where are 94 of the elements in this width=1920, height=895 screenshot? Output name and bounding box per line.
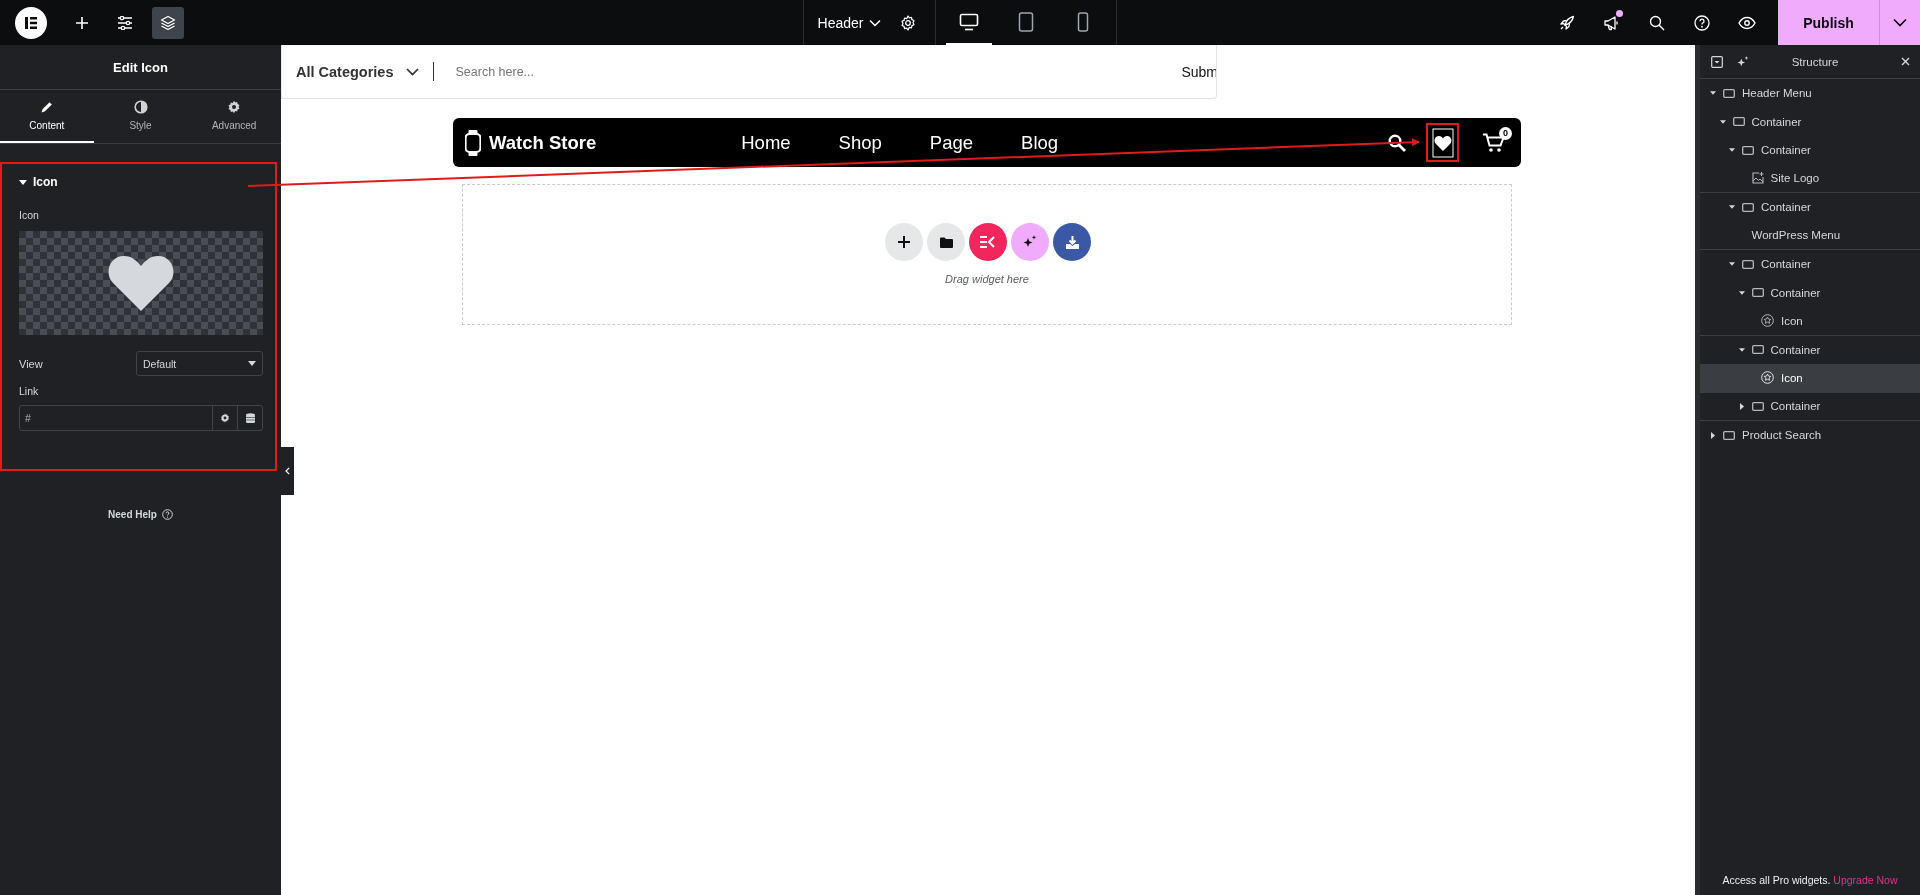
panel-title: Structure xyxy=(1790,55,1840,68)
field-label: Link xyxy=(19,385,40,397)
tree-item[interactable]: Icon xyxy=(1700,307,1920,336)
caret-down-icon xyxy=(19,179,27,185)
settings-icon xyxy=(900,14,917,31)
help-icon xyxy=(161,509,173,520)
nav-link[interactable]: Home xyxy=(741,131,791,154)
cart-count: 0 xyxy=(1499,126,1512,140)
field-label: Icon xyxy=(19,209,40,221)
collapse-icon xyxy=(1711,55,1723,68)
nav-link[interactable]: Shop xyxy=(838,131,882,154)
tree-item[interactable]: Site Logo xyxy=(1700,164,1920,193)
help-link[interactable]: Need Help xyxy=(108,509,157,520)
search-icon xyxy=(1388,133,1406,152)
container-icon xyxy=(1723,88,1735,98)
kit-button[interactable] xyxy=(969,223,1007,261)
ai-button[interactable] xyxy=(1011,223,1049,261)
container-icon xyxy=(1742,202,1754,212)
collapse-panel-button[interactable] xyxy=(281,447,294,495)
sparkle-icon xyxy=(1023,235,1037,249)
plus-icon xyxy=(75,15,89,30)
container-icon xyxy=(1723,430,1735,440)
tree-item[interactable]: WordPress Menu xyxy=(1700,221,1920,250)
monitor-icon xyxy=(959,12,980,31)
rocket-icon xyxy=(1559,14,1575,31)
tree-item[interactable]: Container xyxy=(1700,392,1920,421)
plus-icon xyxy=(898,236,910,248)
kit-icon xyxy=(980,236,996,248)
search-field[interactable]: Search here... xyxy=(455,64,1182,79)
chevron-down-icon xyxy=(869,18,882,27)
tree-item[interactable]: Container xyxy=(1700,107,1920,136)
category-dropdown[interactable]: All Categories xyxy=(296,63,419,80)
tree-item[interactable]: Header Menu xyxy=(1700,79,1920,108)
tree-item[interactable]: Container xyxy=(1700,335,1920,364)
panel-title: Edit Icon xyxy=(0,45,281,90)
image-icon xyxy=(1751,172,1764,185)
document-menu[interactable]: Header xyxy=(803,0,892,45)
logo-icon xyxy=(23,14,39,31)
ai-button[interactable] xyxy=(1737,55,1749,68)
container-icon xyxy=(1742,145,1754,155)
tree-item[interactable]: Icon xyxy=(1700,364,1920,393)
megaphone-icon xyxy=(1603,14,1621,31)
caret-down-icon xyxy=(248,361,256,366)
close-icon xyxy=(1901,57,1910,66)
watch-icon xyxy=(465,129,481,156)
tablet-icon xyxy=(1018,11,1035,32)
nav-link[interactable]: Page xyxy=(929,131,974,154)
drop-hint: Drag widget here xyxy=(945,273,1029,285)
icon-picker[interactable] xyxy=(19,231,263,335)
upgrade-link[interactable]: Upgrade Now xyxy=(1833,874,1898,886)
chevron-left-icon xyxy=(285,467,290,475)
close-button[interactable] xyxy=(1901,57,1910,66)
publish-button[interactable]: Publish xyxy=(1778,0,1880,45)
layers-button[interactable] xyxy=(152,6,184,39)
pencil-icon xyxy=(39,100,54,114)
view-select[interactable]: Default xyxy=(136,351,263,376)
container-icon xyxy=(1751,401,1764,411)
container-icon xyxy=(1751,345,1764,355)
import-button[interactable] xyxy=(1053,223,1091,261)
logo-button[interactable] xyxy=(15,6,47,39)
container-icon xyxy=(1732,117,1745,127)
add-section-button[interactable] xyxy=(885,223,923,261)
panel-tab[interactable]: Advanced xyxy=(187,90,281,143)
promo-text: Access all Pro widgets. xyxy=(1722,874,1831,886)
download-icon xyxy=(1065,235,1079,249)
section-toggle[interactable]: Icon xyxy=(19,175,58,189)
tree-item[interactable]: Container xyxy=(1700,193,1920,222)
field-label: View xyxy=(19,357,43,370)
sliders-icon xyxy=(117,15,133,30)
contrast-icon xyxy=(133,100,148,114)
eye-icon xyxy=(1738,15,1756,30)
panel-tab[interactable]: Content xyxy=(0,90,94,143)
cart-icon xyxy=(1483,132,1505,153)
tree-item[interactable]: Container xyxy=(1700,136,1920,165)
tree-item[interactable]: Container xyxy=(1700,278,1920,307)
chevron-down-icon xyxy=(405,67,419,76)
help-icon xyxy=(1694,14,1710,31)
tree-item[interactable]: Product Search xyxy=(1700,421,1920,450)
sparkle-icon xyxy=(1737,55,1749,68)
chevron-down-icon xyxy=(1893,18,1907,27)
container-icon xyxy=(1742,259,1754,269)
heart-icon xyxy=(107,253,175,313)
folder-icon xyxy=(939,236,953,248)
nav-link[interactable]: Blog xyxy=(1021,131,1059,154)
layers-icon xyxy=(160,14,176,31)
collapse-all-button[interactable] xyxy=(1711,55,1723,68)
container-icon xyxy=(1751,288,1764,298)
gear-icon xyxy=(227,100,242,114)
tree-item[interactable]: Container xyxy=(1700,250,1920,279)
site-title[interactable]: Watch Store xyxy=(489,131,597,154)
panel-tab[interactable]: Style xyxy=(93,90,188,143)
phone-icon xyxy=(1077,11,1090,32)
search-icon xyxy=(1649,14,1665,31)
templates-button[interactable] xyxy=(927,223,965,261)
